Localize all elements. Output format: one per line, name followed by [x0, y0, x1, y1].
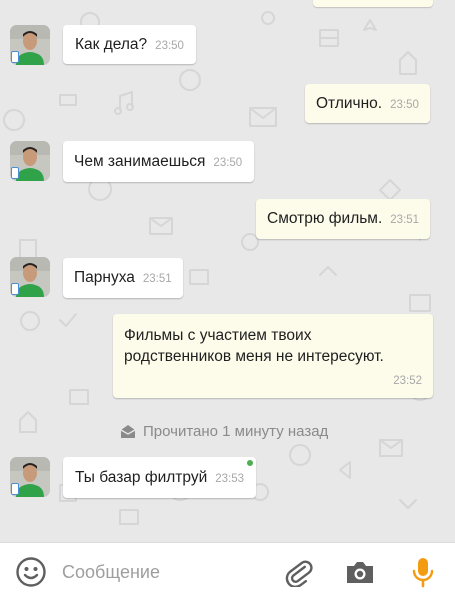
- message-text: Ты базар филтруй: [75, 469, 208, 486]
- mobile-device-icon: [11, 483, 19, 495]
- contact-avatar[interactable]: [10, 457, 50, 497]
- message-time: 23:50: [155, 40, 184, 52]
- message-text: Чем занимаешься: [74, 153, 206, 170]
- previous-outgoing-message: [313, 0, 433, 7]
- smiley-icon: [16, 557, 46, 587]
- online-indicator: [247, 460, 254, 466]
- message-time: 23:52: [393, 375, 422, 387]
- message-time: 23:51: [390, 214, 420, 226]
- message-text: Парнуха: [74, 269, 135, 286]
- microphone-button[interactable]: [406, 555, 440, 589]
- contact-avatar[interactable]: [10, 257, 50, 297]
- message-time: 23:51: [142, 273, 172, 285]
- paperclip-icon: [285, 560, 313, 587]
- message-time: 23:50: [390, 99, 419, 111]
- message-composer: [0, 542, 455, 600]
- incoming-message[interactable]: Как дела? 23:50: [63, 25, 196, 64]
- read-receipt: Прочитано 1 минуту назад: [120, 421, 328, 441]
- contact-avatar[interactable]: [10, 141, 50, 181]
- read-status-text: Прочитано 1 минуту назад: [143, 422, 329, 440]
- message-text: Смотрю фильм.: [267, 210, 383, 227]
- open-envelope-icon: [120, 424, 136, 438]
- message-time: 23:53: [215, 473, 245, 485]
- mobile-device-icon: [11, 167, 19, 179]
- outgoing-message[interactable]: Отлично. 23:50: [305, 84, 430, 123]
- message-text: Фильмы с участием твоих родственников ме…: [124, 327, 384, 365]
- attach-button[interactable]: [281, 555, 315, 589]
- smiley-button[interactable]: [14, 555, 48, 589]
- message-text: Как дела?: [75, 36, 148, 53]
- camera-icon: [347, 562, 373, 583]
- outgoing-message[interactable]: Смотрю фильм. 23:51: [256, 199, 431, 239]
- incoming-message[interactable]: Парнуха 23:51: [63, 258, 183, 298]
- outgoing-message[interactable]: Фильмы с участием твоих родственников ме…: [113, 314, 433, 398]
- message-time: 23:50: [213, 157, 243, 169]
- camera-button[interactable]: [343, 555, 377, 589]
- mobile-device-icon: [11, 283, 19, 295]
- chat-area[interactable]: Как дела? 23:50 Отлично. 23:50 Чем занимае…: [0, 0, 455, 542]
- mobile-device-icon: [11, 51, 19, 63]
- contact-avatar[interactable]: [10, 25, 50, 65]
- incoming-message[interactable]: Чем занимаешься 23:50: [63, 141, 255, 182]
- incoming-message[interactable]: Ты базар филтруй 23:53: [63, 457, 257, 498]
- message-text: Отлично.: [316, 95, 383, 112]
- message-input[interactable]: [62, 557, 262, 587]
- microphone-icon: [412, 558, 434, 588]
